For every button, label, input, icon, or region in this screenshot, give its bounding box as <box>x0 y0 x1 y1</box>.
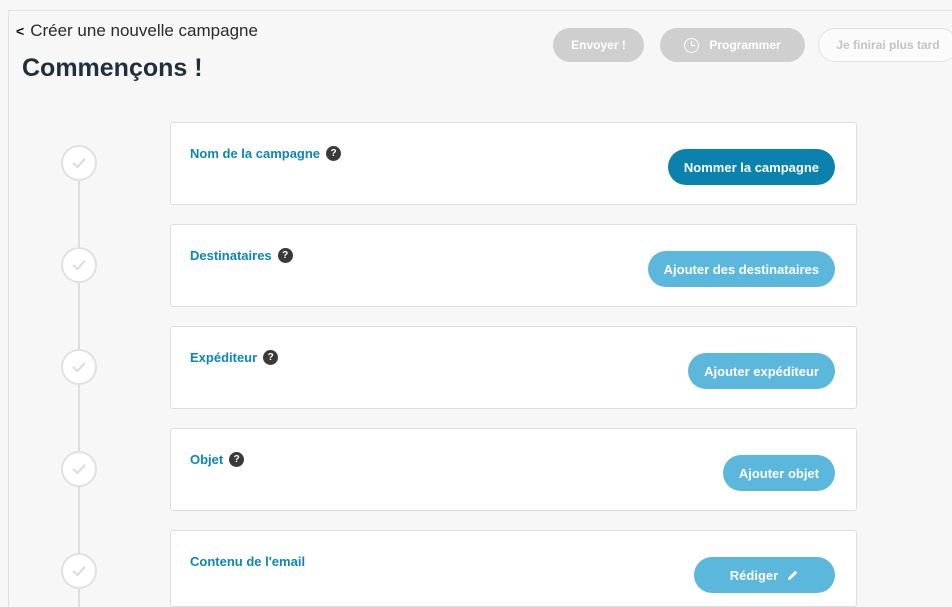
add-subject-button[interactable]: Ajouter objet <box>722 455 835 491</box>
finish-later-button[interactable]: Je finirai plus tard <box>818 28 952 62</box>
help-icon[interactable]: ? <box>326 146 342 161</box>
step-label: Objet ? <box>190 452 245 467</box>
schedule-button[interactable]: Programmer <box>660 28 805 62</box>
left-divider <box>8 10 9 607</box>
step-label: Expéditeur ? <box>190 350 279 365</box>
step-label: Destinataires ? <box>190 248 293 263</box>
step-card-sender: Expéditeur ? Ajouter expéditeur <box>170 326 857 409</box>
step-check-content <box>61 553 97 589</box>
clock-icon <box>684 37 700 53</box>
step-label-text: Contenu de l'email <box>190 554 306 569</box>
back-link-label: Créer une nouvelle campagne <box>30 21 258 40</box>
step-card-subject: Objet ? Ajouter objet <box>170 428 857 511</box>
add-sender-button[interactable]: Ajouter expéditeur <box>688 353 835 389</box>
name-campaign-button[interactable]: Nommer la campagne <box>667 149 835 185</box>
step-card-campaign-name: Nom de la campagne ? Nommer la campagne <box>170 122 857 205</box>
back-chevron-icon: < <box>16 23 25 39</box>
schedule-button-label: Programmer <box>709 38 781 52</box>
check-icon <box>72 362 86 373</box>
check-icon <box>72 566 86 577</box>
compose-button[interactable]: Rédiger <box>694 557 835 593</box>
check-icon <box>72 464 86 475</box>
step-label-text: Expéditeur <box>190 350 258 365</box>
check-icon <box>72 260 86 271</box>
step-card-recipients: Destinataires ? Ajouter des destinataire… <box>170 224 857 307</box>
step-label-text: Destinataires <box>190 248 272 263</box>
help-icon[interactable]: ? <box>277 248 293 263</box>
step-check-sender <box>61 349 97 385</box>
compose-button-label: Rédiger <box>729 567 779 583</box>
add-recipients-button[interactable]: Ajouter des destinataires <box>647 251 835 287</box>
help-icon[interactable]: ? <box>263 350 279 365</box>
step-label: Nom de la campagne ? <box>190 146 342 161</box>
top-divider <box>8 10 952 11</box>
step-check-campaign-name <box>61 145 97 181</box>
help-icon[interactable]: ? <box>229 452 245 467</box>
timeline-line <box>78 163 80 607</box>
page-title: Commençons ! <box>22 54 203 82</box>
send-button[interactable]: Envoyer ! <box>553 28 644 62</box>
step-card-content: Contenu de l'email Rédiger <box>170 530 857 607</box>
pencil-icon <box>788 570 798 580</box>
back-link[interactable]: < Créer une nouvelle campagne <box>16 21 258 41</box>
step-check-subject <box>61 451 97 487</box>
check-icon <box>72 158 86 169</box>
step-check-recipients <box>61 247 97 283</box>
step-label-text: Objet <box>190 452 224 467</box>
step-label-text: Nom de la campagne <box>190 146 321 161</box>
step-label: Contenu de l'email <box>190 554 305 569</box>
